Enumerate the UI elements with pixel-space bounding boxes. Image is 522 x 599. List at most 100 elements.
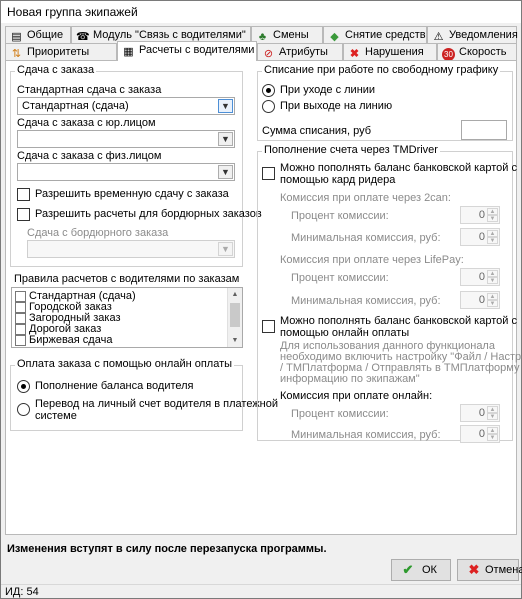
spin-up-icon[interactable]: ▲ bbox=[487, 427, 498, 434]
rules-scrollbar[interactable]: ▲ ▼ bbox=[227, 288, 242, 347]
rule-checkbox[interactable] bbox=[15, 291, 26, 302]
rules-label: Правила расчетов с водителями по заказам bbox=[14, 273, 240, 285]
twocan-percent-stepper[interactable]: 0 ▲ ▼ bbox=[460, 206, 500, 224]
scroll-thumb[interactable] bbox=[230, 303, 240, 327]
online-card-checkbox[interactable] bbox=[262, 320, 275, 333]
border-orders-label: Разрешить расчеты для бордюрных заказов bbox=[35, 208, 262, 220]
info-line-4: информацию по экипажам" bbox=[280, 373, 420, 385]
rule-checkbox[interactable] bbox=[15, 313, 26, 324]
chevron-down-icon[interactable]: ▼ bbox=[218, 132, 233, 146]
window-title: Новая группа экипажей bbox=[7, 5, 138, 19]
rule-checkbox[interactable] bbox=[15, 324, 26, 335]
online-percent-label: Процент комиссии: bbox=[291, 408, 389, 420]
spin-up-icon[interactable]: ▲ bbox=[487, 230, 498, 237]
tab-speed[interactable]: 30 Скорость bbox=[437, 43, 517, 61]
legal-change-label: Сдача с заказа с юр.лицом bbox=[17, 117, 156, 129]
order-change-group: Сдача с заказа Стандартная сдача с заказ… bbox=[10, 64, 262, 267]
tab-withdrawals[interactable]: ◆ Снятие средств bbox=[323, 26, 427, 44]
spin-up-icon[interactable]: ▲ bbox=[487, 270, 498, 277]
chevron-down-icon[interactable]: ▼ bbox=[218, 165, 233, 179]
card-reader-checkbox[interactable] bbox=[262, 167, 275, 180]
chevron-down-icon[interactable]: ▼ bbox=[218, 242, 233, 256]
online-card-label-2: помощью онлайн оплаты bbox=[280, 327, 410, 339]
card-reader-label-1: Можно пополнять баланс банковской картой… bbox=[280, 162, 517, 174]
spin-down-icon[interactable]: ▼ bbox=[487, 237, 498, 244]
tab-violations[interactable]: ✖ Нарушения bbox=[343, 43, 437, 61]
scroll-up-icon[interactable]: ▲ bbox=[228, 288, 242, 301]
ok-button[interactable]: ✔ ОК bbox=[391, 559, 451, 581]
cross-icon: ✖ bbox=[468, 562, 480, 577]
topup-balance-label: Пополнение баланса водителя bbox=[35, 380, 194, 392]
border-change-select[interactable]: ▼ bbox=[27, 240, 235, 258]
physical-change-label: Сдача с заказа с физ.лицом bbox=[17, 150, 162, 162]
lifepay-min-stepper[interactable]: 0 ▲ ▼ bbox=[460, 291, 500, 309]
standard-change-label: Стандартная сдача с заказа bbox=[17, 84, 162, 96]
border-orders-checkbox[interactable] bbox=[17, 208, 30, 221]
personal-account-label-1: Перевод на личный счет водителя в платеж… bbox=[35, 398, 279, 410]
temp-change-checkbox[interactable] bbox=[17, 188, 30, 201]
online-percent-stepper[interactable]: 0 ▲ ▼ bbox=[460, 404, 500, 422]
spin-up-icon[interactable]: ▲ bbox=[487, 208, 498, 215]
physical-change-select[interactable]: ▼ bbox=[17, 163, 235, 181]
spin-down-icon[interactable]: ▼ bbox=[487, 277, 498, 284]
settlements-panel: Сдача с заказа Стандартная сдача с заказ… bbox=[5, 60, 522, 535]
lifepay-min-label: Минимальная комиссия, руб: bbox=[291, 295, 441, 307]
enter-line-radio[interactable] bbox=[262, 100, 275, 113]
topup-balance-radio[interactable] bbox=[17, 380, 30, 393]
legal-change-select[interactable]: ▼ bbox=[17, 130, 235, 148]
tmdriver-title: Пополнение счета через TMDriver bbox=[262, 144, 440, 156]
online-payment-group: Оплата заказа с помощью онлайн оплаты По… bbox=[10, 358, 278, 431]
online-card-label-1: Можно пополнять баланс банковской картой… bbox=[280, 315, 517, 327]
personal-account-radio[interactable] bbox=[17, 403, 30, 416]
spin-up-icon[interactable]: ▲ bbox=[487, 406, 498, 413]
standard-change-select[interactable]: Стандартная (сдача) ▼ bbox=[17, 97, 235, 115]
temp-change-label: Разрешить временную сдачу с заказа bbox=[35, 188, 229, 200]
spin-down-icon[interactable]: ▼ bbox=[487, 434, 498, 441]
rules-list[interactable]: Стандартная (сдача) Городской заказ Заго… bbox=[11, 287, 243, 348]
border-change-label: Сдача с бордюрного заказа bbox=[27, 227, 169, 239]
restart-notice: Изменения вступят в силу после перезапус… bbox=[7, 543, 327, 555]
twocan-min-stepper[interactable]: 0 ▲ ▼ bbox=[460, 228, 500, 246]
tab-driver-settlements[interactable]: ▦ Расчеты с водителями bbox=[117, 41, 257, 61]
lifepay-percent-label: Процент комиссии: bbox=[291, 272, 389, 284]
chevron-down-icon[interactable]: ▼ bbox=[218, 99, 233, 113]
spin-down-icon[interactable]: ▼ bbox=[487, 300, 498, 307]
tab-attributes[interactable]: ⊘ Атрибуты bbox=[257, 43, 343, 61]
spin-down-icon[interactable]: ▼ bbox=[487, 413, 498, 420]
online-min-stepper[interactable]: 0 ▲ ▼ bbox=[460, 425, 500, 443]
card-reader-label-2: помощью кард ридера bbox=[280, 174, 396, 186]
writeoff-group: Списание при работе по свободному график… bbox=[257, 64, 513, 141]
twocan-label: Комиссия при оплате через 2can: bbox=[280, 192, 451, 204]
tab-priorities[interactable]: ⇅ Приоритеты bbox=[5, 43, 117, 61]
standard-change-value: Стандартная (сдача) bbox=[22, 100, 129, 112]
order-change-title: Сдача с заказа bbox=[15, 64, 97, 76]
tab-general[interactable]: ▤ Общие bbox=[5, 26, 71, 44]
writeoff-title: Списание при работе по свободному график… bbox=[262, 64, 501, 76]
lifepay-percent-stepper[interactable]: 0 ▲ ▼ bbox=[460, 268, 500, 286]
tab-shifts[interactable]: ♣ Смены bbox=[251, 26, 323, 44]
tab-row-1: ▤ Общие ☎ Модуль "Связь с водителями" ♣ Сме… bbox=[5, 26, 518, 44]
status-bar: ИД: 54 bbox=[1, 584, 521, 599]
twocan-min-label: Минимальная комиссия, руб: bbox=[291, 232, 441, 244]
writeoff-amount-input[interactable] bbox=[461, 120, 507, 140]
twocan-percent-label: Процент комиссии: bbox=[291, 210, 389, 222]
cancel-button[interactable]: ✖ Отмена bbox=[457, 559, 522, 581]
scroll-down-icon[interactable]: ▼ bbox=[228, 334, 242, 347]
restart-notice-bar: Изменения вступят в силу после перезапус… bbox=[1, 541, 521, 559]
lifepay-label: Комиссия при оплате через LifePay: bbox=[280, 254, 464, 266]
rule-checkbox[interactable] bbox=[15, 302, 26, 313]
tab-row-2: ⇅ Приоритеты ▦ Расчеты с водителями ⊘ Атриб… bbox=[5, 41, 517, 61]
enter-line-label: При выходе на линию bbox=[280, 100, 393, 112]
online-commission-label: Комиссия при оплате онлайн: bbox=[280, 390, 433, 402]
tab-notifications[interactable]: ⚠ Уведомления bbox=[427, 26, 518, 44]
leave-line-radio[interactable] bbox=[262, 84, 275, 97]
spin-down-icon[interactable]: ▼ bbox=[487, 215, 498, 222]
leave-line-label: При уходе с линии bbox=[280, 84, 376, 96]
spin-up-icon[interactable]: ▲ bbox=[487, 293, 498, 300]
calculator-icon: ▦ bbox=[123, 46, 134, 58]
rule-checkbox[interactable] bbox=[15, 335, 26, 346]
title-bar: Новая группа экипажей bbox=[1, 1, 521, 23]
status-id: ИД: 54 bbox=[5, 586, 39, 598]
tmdriver-group: Пополнение счета через TMDriver Можно по… bbox=[257, 144, 522, 443]
dialog-window: Новая группа экипажей ▤ Общие ☎ Модуль "Св… bbox=[0, 0, 522, 599]
